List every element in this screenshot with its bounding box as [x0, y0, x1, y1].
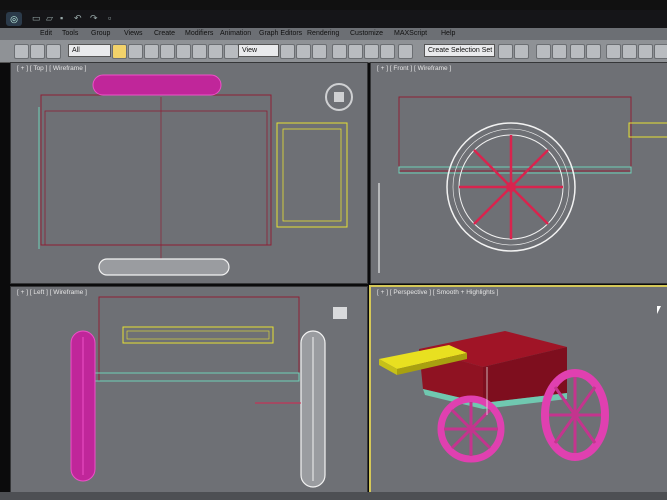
menu-maxscript[interactable]: MAXScript: [394, 30, 427, 37]
viewport-left[interactable]: [ + ] [ Left ] [ Wireframe ]: [10, 286, 368, 494]
menu-tools[interactable]: Tools: [62, 30, 78, 37]
app-logo-icon[interactable]: ◎: [6, 12, 22, 26]
layer-manager-icon[interactable]: [536, 44, 551, 59]
align-icon[interactable]: [514, 44, 529, 59]
viewcube-left-icon[interactable]: [333, 307, 347, 319]
named-selection-set-dropdown[interactable]: Create Selection Set: [424, 44, 495, 57]
render-production-icon[interactable]: [654, 44, 667, 59]
title-bar: ◎ ▭ ▱ ▪ ↶ ↷ ▫: [0, 10, 667, 28]
viewport-left-canvas: [70, 296, 347, 488]
status-bar: [0, 492, 667, 500]
select-by-name-icon[interactable]: [128, 44, 143, 59]
main-toolbar: All View Create Selection Set: [0, 40, 667, 63]
menu-customize[interactable]: Customize: [350, 30, 383, 37]
menu-help[interactable]: Help: [441, 30, 455, 37]
select-link-icon[interactable]: [14, 44, 29, 59]
bind-space-warp-icon[interactable]: [46, 44, 61, 59]
menu-views[interactable]: Views: [124, 30, 143, 37]
edit-named-selection-icon[interactable]: [398, 44, 413, 59]
menu-create[interactable]: Create: [154, 30, 175, 37]
viewport-top-canvas: [38, 74, 353, 276]
mouse-cursor-icon: [657, 306, 665, 314]
select-and-manipulate-icon[interactable]: [296, 44, 311, 59]
curve-editor-icon[interactable]: [570, 44, 585, 59]
open-folder-icon[interactable]: ▱: [46, 13, 53, 24]
menu-group[interactable]: Group: [91, 30, 110, 37]
project-folder-icon[interactable]: ▫: [108, 13, 111, 23]
viewport-perspective-canvas: [379, 331, 609, 463]
viewport-front[interactable]: [ + ] [ Front ] [ Wireframe ]: [370, 62, 667, 284]
pivot-center-icon[interactable]: [280, 44, 295, 59]
select-object-icon[interactable]: [112, 44, 127, 59]
selection-filter-dropdown[interactable]: All: [68, 44, 111, 57]
material-editor-icon[interactable]: [606, 44, 621, 59]
window-crossing-icon[interactable]: [160, 44, 175, 59]
save-icon[interactable]: ▪: [60, 13, 63, 23]
schematic-view-icon[interactable]: [586, 44, 601, 59]
rectangular-selection-icon[interactable]: [144, 44, 159, 59]
rendered-frame-icon[interactable]: [638, 44, 653, 59]
menu-graph-editors[interactable]: Graph Editors: [259, 30, 302, 37]
viewport-top[interactable]: [ + ] [ Top ] [ Wireframe ]: [10, 62, 368, 284]
undo-icon[interactable]: ↶: [74, 13, 82, 24]
monitor-bezel: [0, 0, 667, 10]
render-setup-icon[interactable]: [622, 44, 637, 59]
angle-snap-icon[interactable]: [348, 44, 363, 59]
select-and-scale-icon[interactable]: [208, 44, 223, 59]
viewport-front-canvas: [378, 96, 667, 273]
redo-icon[interactable]: ↷: [90, 13, 98, 24]
unlink-icon[interactable]: [30, 44, 45, 59]
mirror-icon[interactable]: [498, 44, 513, 59]
viewport-perspective[interactable]: [ + ] [ Perspective ] [ Smooth + Highlig…: [369, 285, 667, 494]
graphite-tools-icon[interactable]: [552, 44, 567, 59]
new-file-icon[interactable]: ▭: [32, 13, 41, 24]
viewcube-top-icon[interactable]: [326, 84, 352, 110]
menu-edit[interactable]: Edit: [40, 30, 52, 37]
select-and-move-icon[interactable]: [176, 44, 191, 59]
reference-coordinate-dropdown[interactable]: View: [238, 44, 279, 57]
percent-snap-icon[interactable]: [364, 44, 379, 59]
select-and-rotate-icon[interactable]: [192, 44, 207, 59]
snaps-toggle-icon[interactable]: [332, 44, 347, 59]
app-screen: ◎ ▭ ▱ ▪ ↶ ↷ ▫ Edit Tools Group Views Cre…: [0, 0, 667, 500]
menu-rendering[interactable]: Rendering: [307, 30, 339, 37]
menu-animation[interactable]: Animation: [220, 30, 251, 37]
menu-modifiers[interactable]: Modifiers: [185, 30, 213, 37]
spinner-snap-icon[interactable]: [380, 44, 395, 59]
menu-bar: Edit Tools Group Views Create Modifiers …: [0, 28, 667, 40]
keyboard-shortcut-icon[interactable]: [312, 44, 327, 59]
reference-coordinate-icon[interactable]: [224, 44, 239, 59]
